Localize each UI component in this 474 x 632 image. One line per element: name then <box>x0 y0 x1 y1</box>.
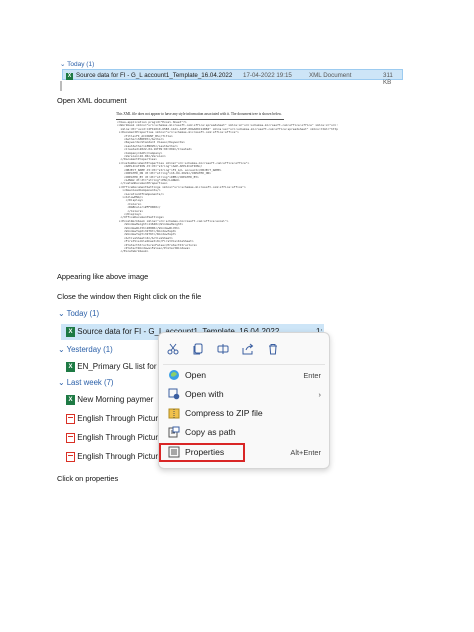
chevron-down-icon: ⌄ <box>58 345 65 354</box>
paragraph-close-window: Close the window then Right click on the… <box>57 292 202 301</box>
properties-highlight-box <box>159 443 245 462</box>
share-icon[interactable] <box>241 343 255 357</box>
divider <box>163 364 325 365</box>
chevron-down-icon: ⌄ <box>58 378 65 387</box>
file-type: XML Document <box>309 71 352 79</box>
group-header-last-week[interactable]: ⌄ Last week (7) <box>58 378 114 387</box>
file-row-en-primary[interactable]: X EN_Primary GL list for <box>66 362 157 372</box>
copy-icon[interactable] <box>191 343 205 357</box>
rename-icon[interactable] <box>216 343 230 357</box>
menu-item-open-with[interactable]: Open with › <box>159 385 329 403</box>
scroll-edge <box>60 81 62 91</box>
menu-item-copy-as-path[interactable]: Copy as path <box>159 423 329 441</box>
file-row-new-morning[interactable]: X New Morning paymer <box>66 395 153 405</box>
paragraph-appearing: Appearing like above image <box>57 272 149 281</box>
chevron-down-icon: ⌄ <box>60 61 66 68</box>
file-row-english-1[interactable]: English Through Pictur <box>66 414 158 424</box>
group-header-today[interactable]: ⌄ Today (1) <box>60 60 94 68</box>
excel-file-icon: X <box>66 362 75 372</box>
group-header-yesterday[interactable]: ⌄ Yesterday (1) <box>58 345 113 354</box>
paragraph-click-properties: Click on properties <box>57 474 119 483</box>
file-row-xml[interactable]: X Source data for FI - G_L account1_Temp… <box>62 69 403 86</box>
file-size: 311 KB <box>383 71 393 86</box>
excel-file-icon: X <box>66 327 75 337</box>
copy-path-icon <box>168 426 180 438</box>
pdf-file-icon <box>66 452 75 462</box>
file-name: Source data for FI - G_L account1_Templa… <box>76 71 233 79</box>
excel-file-icon: X <box>66 395 75 405</box>
open-with-icon <box>168 388 180 400</box>
file-row-english-2[interactable]: English Through Pictur <box>66 433 158 443</box>
delete-icon[interactable] <box>266 343 280 357</box>
group-header-today-2[interactable]: ⌄ Today (1) <box>58 309 99 318</box>
file-row-english-3[interactable]: English Through Pictur <box>66 452 158 462</box>
menu-item-compress-zip[interactable]: Compress to ZIP file <box>159 404 329 422</box>
menu-item-open[interactable]: Open Enter <box>159 366 329 384</box>
paragraph-open-xml: Open XML document <box>57 96 127 105</box>
chevron-down-icon: ⌄ <box>58 309 65 318</box>
xml-tree-lines: <?mso-application progid="Excel.Sheet"?>… <box>117 120 339 254</box>
xml-style-note: This XML file does not appear to have an… <box>116 112 282 116</box>
zip-icon <box>168 407 180 419</box>
open-app-icon <box>168 369 180 381</box>
pdf-file-icon <box>66 414 75 424</box>
cut-icon[interactable] <box>166 343 180 357</box>
file-date: 17-04-2022 19:15 <box>243 71 292 79</box>
pdf-file-icon <box>66 433 75 443</box>
xml-document-view: This XML file does not appear to have an… <box>116 112 338 253</box>
chevron-right-icon: › <box>318 389 321 399</box>
